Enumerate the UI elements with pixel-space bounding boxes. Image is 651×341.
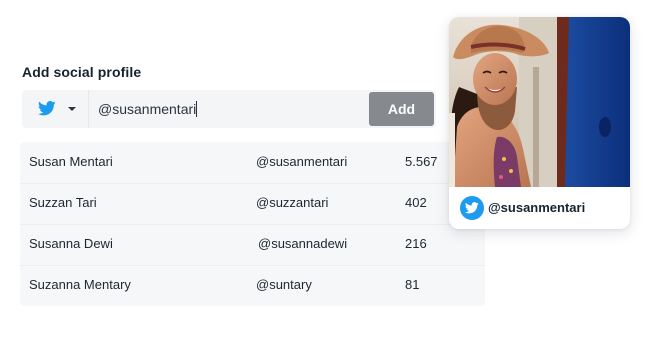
profile-name: Susanna Dewi <box>29 236 113 251</box>
list-item[interactable]: Susanna Dewi @susannadewi 216 <box>20 224 485 266</box>
preview-handle: @susanmentari <box>488 200 586 215</box>
follower-count: 81 <box>405 277 420 292</box>
text-cursor <box>196 101 197 117</box>
profile-handle: @suntary <box>256 277 312 292</box>
profile-preview-card: @susanmentari <box>449 17 630 229</box>
follower-count: 402 <box>405 195 427 210</box>
profile-name: Suzanna Mentary <box>29 277 131 292</box>
add-social-profile-title: Add social profile <box>22 64 142 80</box>
profile-name: Suzzan Tari <box>29 195 97 210</box>
list-item[interactable]: Suzzan Tari @suzzantari 402 <box>20 183 485 225</box>
profile-handle: @susannadewi <box>258 236 348 251</box>
list-item[interactable]: Susan Mentari @susanmentari 5.567 <box>20 142 485 184</box>
platform-dropdown[interactable] <box>22 90 89 128</box>
profile-name: Susan Mentari <box>29 154 113 169</box>
profile-handle: @suzzantari <box>256 195 329 210</box>
list-item[interactable]: Suzanna Mentary @suntary 81 <box>20 265 485 306</box>
add-button[interactable]: Add <box>369 92 434 126</box>
profile-handle: @susanmentari <box>256 154 348 169</box>
social-handle-input[interactable] <box>90 90 368 128</box>
twitter-icon <box>460 196 484 220</box>
chevron-down-icon <box>68 107 76 111</box>
twitter-icon <box>38 101 56 121</box>
profile-photo <box>449 17 630 187</box>
follower-count: 216 <box>405 236 427 251</box>
preview-footer: @susanmentari <box>449 187 630 229</box>
follower-count: 5.567 <box>405 154 438 169</box>
profile-suggestions-list: Susan Mentari @susanmentari 5.567 Suzzan… <box>20 142 485 306</box>
